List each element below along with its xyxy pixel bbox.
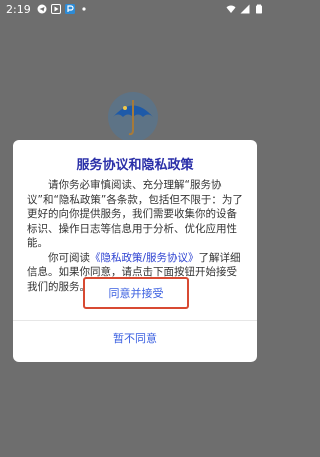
status-time: 2:19 xyxy=(6,2,31,16)
divider xyxy=(13,320,257,321)
dot-icon xyxy=(82,7,86,11)
privacy-dialog: 服务协议和隐私政策 请你务必审慎阅读、充分理解“服务协议”和“隐私政策”各条款，… xyxy=(13,140,257,362)
signal-icon xyxy=(240,4,250,14)
system-icons xyxy=(226,4,264,14)
privacy-policy-link[interactable]: 《隐私政策/服务协议》 xyxy=(90,252,199,264)
battery-icon xyxy=(256,4,262,14)
accept-button[interactable]: 同意并接受 xyxy=(83,277,189,309)
notification-icons xyxy=(37,4,89,14)
play-icon xyxy=(50,4,61,14)
dialog-paragraph-1: 请你务必审慎阅读、充分理解“服务协议”和“隐私政策”各条款，包括但不限于：为了更… xyxy=(27,179,243,249)
wifi-icon xyxy=(226,5,236,13)
paragraph-2-prefix: 你可阅读 xyxy=(48,251,90,264)
app-logo xyxy=(103,90,163,145)
umbrella-logo-icon xyxy=(108,92,158,142)
app-p-icon xyxy=(64,4,75,14)
status-bar: 2:19 xyxy=(0,0,270,18)
dialog-title: 服务协议和隐私政策 xyxy=(76,158,194,173)
telegram-icon xyxy=(37,4,47,14)
decline-button[interactable]: 暂不同意 xyxy=(85,328,185,348)
